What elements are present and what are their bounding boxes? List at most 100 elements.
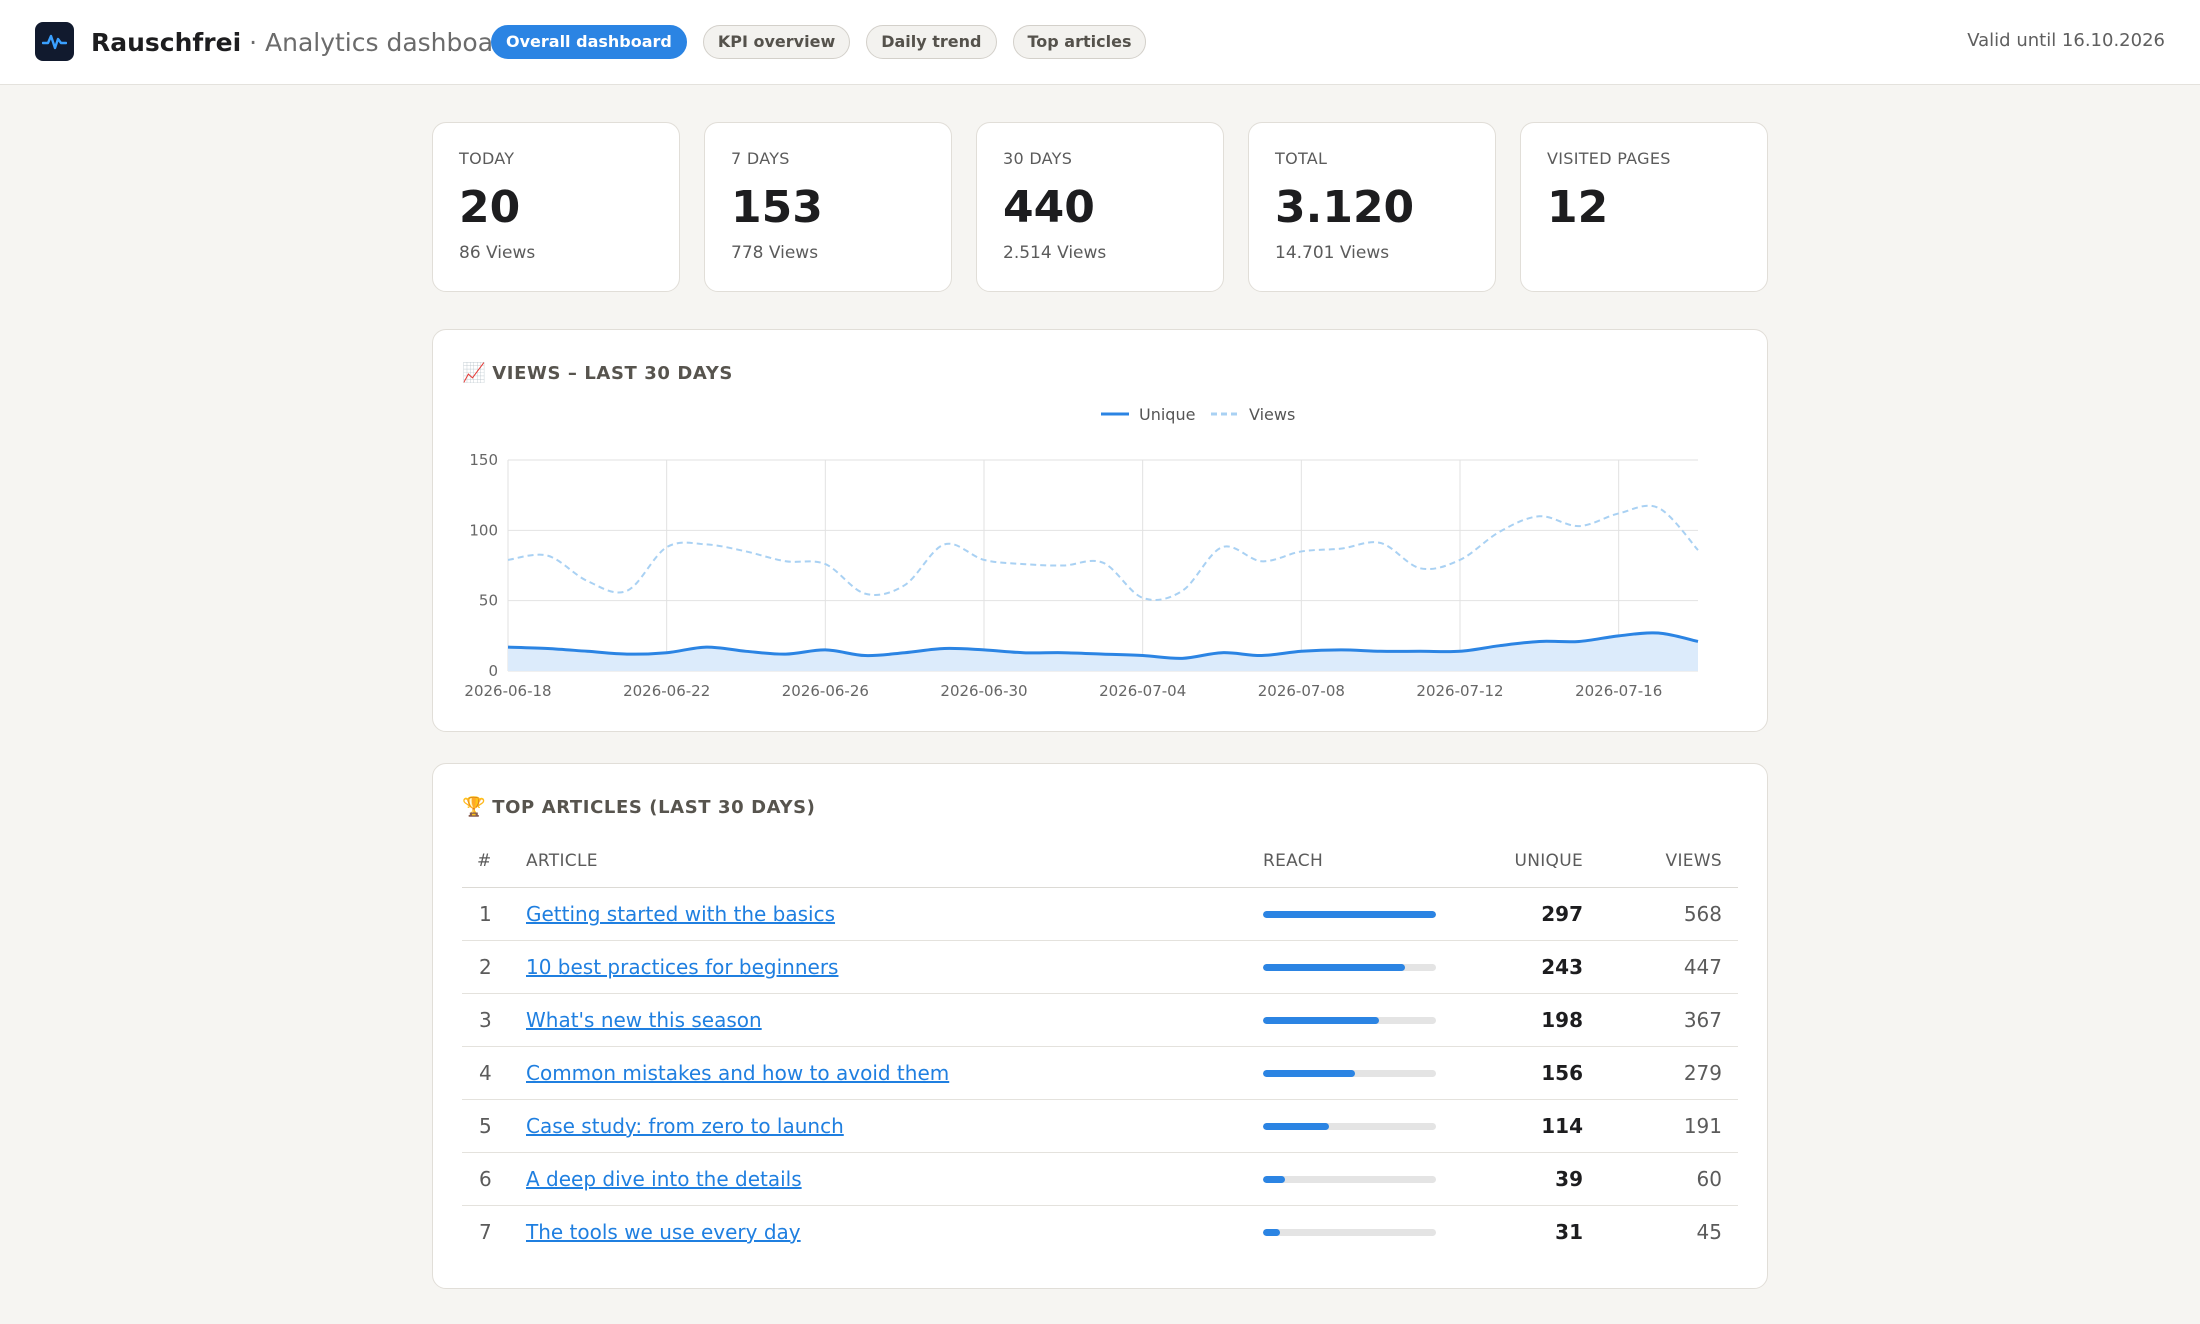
kpi-value: 3.120 [1275,182,1415,233]
col-header-article: ARTICLE [526,851,598,871]
article-link[interactable]: Case study: from zero to launch [526,1114,844,1138]
y-tick-label: 100 [469,521,498,539]
x-tick-label: 2026-06-30 [940,682,1027,700]
article-link[interactable]: Getting started with the basics [526,902,835,926]
kpi-value: 20 [459,182,521,233]
article-link[interactable]: 10 best practices for beginners [526,955,838,979]
reach-bar-fill [1263,1123,1329,1130]
reach-bar [1263,911,1436,918]
reach-bar-fill [1263,1070,1355,1077]
app-title: Rauschfrei · Analytics dashboard [91,26,519,60]
brand-separator: · [241,28,265,57]
row-article: A deep dive into the details [526,1153,802,1205]
row-rank: 2 [479,955,492,979]
row-rank: 5 [479,1114,492,1138]
article-link[interactable]: What's new this season [526,1008,762,1032]
x-tick-label: 2026-06-18 [464,682,551,700]
article-link[interactable]: A deep dive into the details [526,1167,802,1191]
tab-daily-trend[interactable]: Daily trend [866,25,997,59]
table-body: 1 Getting started with the basics 297 568 2 1… [462,888,1738,1259]
row-unique: 114 [1541,1114,1583,1138]
articles-table: # ARTICLE REACH UNIQUE VIEWS 1 Getting st… [462,846,1738,1259]
kpi-value: 12 [1547,182,1609,233]
row-views: 60 [1696,1167,1722,1191]
row-unique: 39 [1555,1167,1583,1191]
kpi-label: 7 DAYS [731,149,790,168]
tab-kpi-overview[interactable]: KPI overview [702,25,851,59]
reach-bar-fill [1263,1176,1286,1183]
col-header-reach: REACH [1263,851,1324,871]
reach-bar [1263,1017,1436,1024]
series-area-unique [508,632,1698,671]
row-article: 10 best practices for beginners [526,941,838,993]
col-header-views: VIEWS [1665,851,1722,871]
kpi-sub: 778 Views [731,243,819,263]
x-tick-label: 2026-07-16 [1575,682,1662,700]
kpi-value: 153 [731,182,823,233]
row-article: What's new this season [526,994,762,1046]
row-unique: 198 [1541,1008,1583,1032]
table-header: # ARTICLE REACH UNIQUE VIEWS [462,846,1738,888]
tab-overall-dashboard[interactable]: Overall dashboard [491,25,687,59]
row-rank: 3 [479,1008,492,1032]
kpi-label: TOTAL [1275,149,1328,168]
x-tick-label: 2026-07-04 [1099,682,1186,700]
y-tick-label: 0 [488,662,498,680]
reach-bar [1263,1070,1436,1077]
kpi-sub: 14.701 Views [1275,243,1390,263]
table-row: 2 10 best practices for beginners 243 447 [462,941,1738,994]
row-views: 279 [1683,1061,1722,1085]
row-unique: 243 [1541,955,1583,979]
table-row: 5 Case study: from zero to launch 114 191 [462,1100,1738,1153]
kpi-row: TODAY 20 86 Views 7 DAYS 153 778 Views 3… [432,122,1768,292]
top-bar: Rauschfrei · Analytics dashboard Overall… [0,0,2200,85]
kpi-sub: 86 Views [459,243,536,263]
brand-name: Rauschfrei [91,28,242,57]
article-link[interactable]: The tools we use every day [526,1220,801,1244]
kpi-card-30-days: 30 DAYS 440 2.514 Views [976,122,1224,292]
kpi-label: VISITED PAGES [1547,149,1671,168]
kpi-card-7-days: 7 DAYS 153 778 Views [704,122,952,292]
reach-bar-fill [1263,1017,1379,1024]
views-line-chart[interactable]: 0 50 100 150 2026-06-18 2026-06-22 2026-06-26 2… [433,330,1769,733]
col-header-num: # [477,851,492,871]
row-rank: 6 [479,1167,492,1191]
col-header-unique: UNIQUE [1514,851,1583,871]
brand-subtitle: Analytics dashboard [265,28,519,57]
tab-top-articles[interactable]: Top articles [1012,25,1147,59]
views-chart-card: 📈 VIEWS – LAST 30 DAYS 0 50 100 150 2026-06-1… [432,329,1768,732]
row-unique: 156 [1541,1061,1583,1085]
trophy-icon: 🏆 [462,796,487,818]
row-article: Case study: from zero to launch [526,1100,844,1152]
row-views: 45 [1696,1220,1722,1244]
kpi-label: 30 DAYS [1003,149,1073,168]
kpi-sub: 2.514 Views [1003,243,1107,263]
row-rank: 7 [479,1220,492,1244]
table-row: 3 What's new this season 198 367 [462,994,1738,1047]
row-rank: 4 [479,1061,492,1085]
row-unique: 31 [1555,1220,1583,1244]
articles-title-text: TOP ARTICLES (LAST 30 DAYS) [492,797,816,818]
nav-tabs: Overall dashboard KPI overview Daily tre… [491,25,1147,59]
kpi-card-total: TOTAL 3.120 14.701 Views [1248,122,1496,292]
kpi-value: 440 [1003,182,1095,233]
row-rank: 1 [479,902,492,926]
row-views: 367 [1683,1008,1722,1032]
x-tick-label: 2026-06-26 [782,682,869,700]
valid-until: Valid until 16.10.2026 [1967,30,2165,51]
series-line-views [507,504,1699,601]
pulse-icon[interactable] [35,22,74,61]
table-row: 4 Common mistakes and how to avoid them 15… [462,1047,1738,1100]
article-link[interactable]: Common mistakes and how to avoid them [526,1061,949,1085]
row-views: 568 [1683,902,1722,926]
kpi-card-visited-pages: VISITED PAGES 12 [1520,122,1768,292]
reach-bar [1263,1176,1436,1183]
articles-title: 🏆 TOP ARTICLES (LAST 30 DAYS) [462,795,816,818]
row-article: Getting started with the basics [526,888,835,940]
legend-label: Views [1249,405,1295,424]
x-tick-label: 2026-07-08 [1258,682,1345,700]
table-row: 7 The tools we use every day 31 45 [462,1206,1738,1259]
kpi-label: TODAY [459,149,515,168]
x-tick-label: 2026-06-22 [623,682,710,700]
row-unique: 297 [1541,902,1583,926]
